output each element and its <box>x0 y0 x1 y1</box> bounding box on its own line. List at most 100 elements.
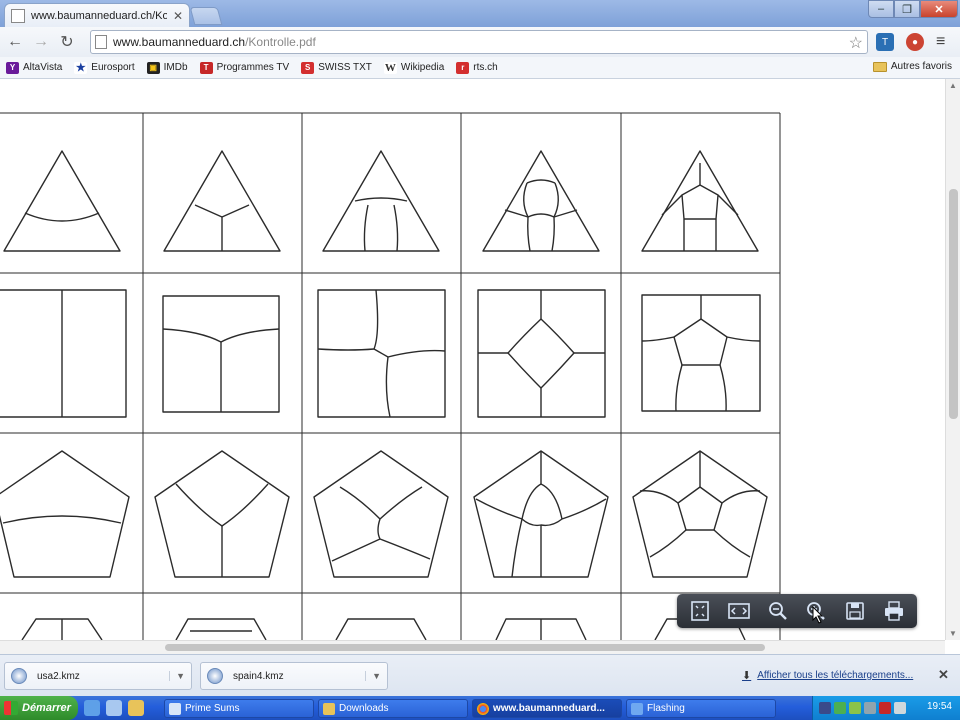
close-downloads-bar-icon[interactable]: ✕ <box>938 667 949 683</box>
show-all-downloads-label: Afficher tous les téléchargements... <box>757 670 914 681</box>
windows-taskbar: Démarrer Prime Sums Downloads www.bauman… <box>0 696 960 720</box>
bookmark-label: Programmes TV <box>216 62 290 73</box>
triangle-6-partition <box>641 150 759 252</box>
system-tray: 19:54 <box>812 696 960 720</box>
fit-width-icon <box>728 603 750 619</box>
task-label: Flashing <box>647 703 685 714</box>
scroll-up-icon[interactable]: ▲ <box>949 81 957 90</box>
altavista-icon: Y <box>6 61 19 74</box>
bookmark-rts[interactable]: r rts.ch <box>456 61 498 74</box>
save-button[interactable] <box>840 598 870 624</box>
bookmark-swiss-txt[interactable]: S SWISS TXT <box>301 61 372 74</box>
kmz-file-icon <box>207 668 223 684</box>
scroll-down-icon[interactable]: ▼ <box>949 629 957 638</box>
quicklaunch-desktop-icon[interactable] <box>106 700 122 716</box>
close-window-button[interactable]: ✕ <box>920 0 958 18</box>
new-tab-button[interactable] <box>189 7 223 25</box>
square-2-partition <box>0 289 127 418</box>
vertical-scroll-thumb[interactable] <box>949 189 958 419</box>
other-bookmarks[interactable]: Autres favoris <box>872 61 952 72</box>
minimize-button[interactable]: – <box>868 0 894 18</box>
download-arrow-icon: ⬇ <box>742 670 752 682</box>
mouse-cursor-icon <box>812 606 824 624</box>
page-icon <box>95 35 107 49</box>
triangle-3-partition <box>163 150 281 252</box>
taskbar-item-prime-sums[interactable]: Prime Sums <box>164 699 314 718</box>
download-item[interactable]: usa2.kmz ▼ <box>4 662 192 690</box>
zoom-out-button[interactable] <box>763 598 793 624</box>
print-button[interactable] <box>879 598 909 624</box>
tray-app-icon[interactable] <box>879 702 891 714</box>
tab-close-icon[interactable]: ✕ <box>173 9 183 23</box>
chevron-down-icon[interactable]: ▼ <box>169 671 185 681</box>
pentagon-3-partition <box>154 450 290 578</box>
tray-network-icon[interactable] <box>864 702 876 714</box>
download-filename: usa2.kmz <box>37 670 80 682</box>
horizontal-scroll-thumb[interactable] <box>165 644 765 651</box>
fit-width-button[interactable] <box>724 598 754 624</box>
bookmark-eurosport[interactable]: ★ Eurosport <box>74 61 135 74</box>
tray-volume-icon[interactable] <box>894 702 906 714</box>
address-bar[interactable]: www.baumanneduard.ch/Kontrolle.pdf ☆ <box>90 30 868 54</box>
taskbar-item-downloads[interactable]: Downloads <box>318 699 468 718</box>
pdf-page <box>0 112 781 640</box>
forward-button[interactable]: → <box>30 31 52 53</box>
pdf-viewer[interactable] <box>0 79 945 640</box>
bookmark-imdb[interactable]: ▣ IMDb <box>146 61 188 74</box>
url-path: /Kontrolle.pdf <box>245 35 316 49</box>
horizontal-scrollbar[interactable] <box>0 640 945 654</box>
bookmark-label: IMDb <box>163 62 188 73</box>
tray-app-icon[interactable] <box>819 702 831 714</box>
zoom-out-icon <box>768 602 787 620</box>
tv-icon: T <box>199 61 213 74</box>
menu-icon[interactable]: ≡ <box>936 33 945 51</box>
extension-icon[interactable]: T <box>876 33 894 51</box>
row-4-shapes <box>21 618 746 640</box>
extension-record-icon[interactable]: ● <box>906 33 924 51</box>
taskbar-item-browser[interactable]: www.baumanneduard... <box>472 699 622 718</box>
bookmark-wikipedia[interactable]: W Wikipedia <box>383 61 445 74</box>
chrome-icon <box>477 702 489 715</box>
bookmark-label: AltaVista <box>23 62 63 73</box>
bookmark-label: Wikipedia <box>400 62 445 73</box>
bookmark-altavista[interactable]: Y AltaVista <box>6 61 63 74</box>
bookmarks-bar: Y AltaVista ★ Eurosport ▣ IMDb T Programmes … <box>0 57 960 79</box>
bookmark-label: Eurosport <box>91 62 135 73</box>
fit-page-button[interactable] <box>685 598 715 624</box>
download-filename: spain4.kmz <box>233 670 284 682</box>
maximize-button[interactable]: ❐ <box>894 0 920 18</box>
url-text: www.baumanneduard.ch/Kontrolle.pdf <box>113 35 316 49</box>
show-all-downloads-link[interactable]: ⬇ Afficher tous les téléchargements... <box>742 669 913 682</box>
start-button[interactable]: Démarrer <box>0 696 78 720</box>
quicklaunch-folder-icon[interactable] <box>128 700 144 716</box>
windows-logo-icon <box>4 701 18 715</box>
bookmark-programmes-tv[interactable]: T Programmes TV <box>199 61 290 74</box>
taskbar-item-flashing[interactable]: Flashing <box>626 699 776 718</box>
task-label: www.baumanneduard... <box>493 703 605 714</box>
triangle-1-partition <box>3 150 121 252</box>
triangle-4-partition <box>322 150 440 252</box>
download-item[interactable]: spain4.kmz ▼ <box>200 662 388 690</box>
start-label: Démarrer <box>22 702 71 714</box>
print-icon <box>884 601 903 621</box>
tab-strip: www.baumanneduard.ch/Kor ✕ – ❐ ✕ <box>0 0 960 27</box>
fit-page-icon <box>691 601 710 621</box>
square-3-partition <box>162 295 280 413</box>
quicklaunch-ie-icon[interactable] <box>84 700 100 716</box>
star-icon[interactable]: ☆ <box>849 33 863 53</box>
vertical-scrollbar[interactable]: ▲ ▼ <box>945 79 960 640</box>
browser-tab[interactable]: www.baumanneduard.ch/Kor ✕ <box>4 3 190 27</box>
tray-shield-icon[interactable] <box>834 702 846 714</box>
reload-button[interactable]: ↻ <box>56 31 78 53</box>
square-5-partition <box>477 289 606 418</box>
tray-app-icon[interactable] <box>849 702 861 714</box>
chevron-down-icon[interactable]: ▼ <box>365 671 381 681</box>
square-4-partition <box>317 289 446 418</box>
task-label: Downloads <box>339 703 389 714</box>
kmz-file-icon <box>11 668 27 684</box>
imdb-icon: ▣ <box>146 61 160 74</box>
back-button[interactable]: ← <box>4 31 26 53</box>
app-icon <box>631 702 643 715</box>
folder-icon <box>872 61 887 72</box>
other-bookmarks-label: Autres favoris <box>890 61 952 72</box>
